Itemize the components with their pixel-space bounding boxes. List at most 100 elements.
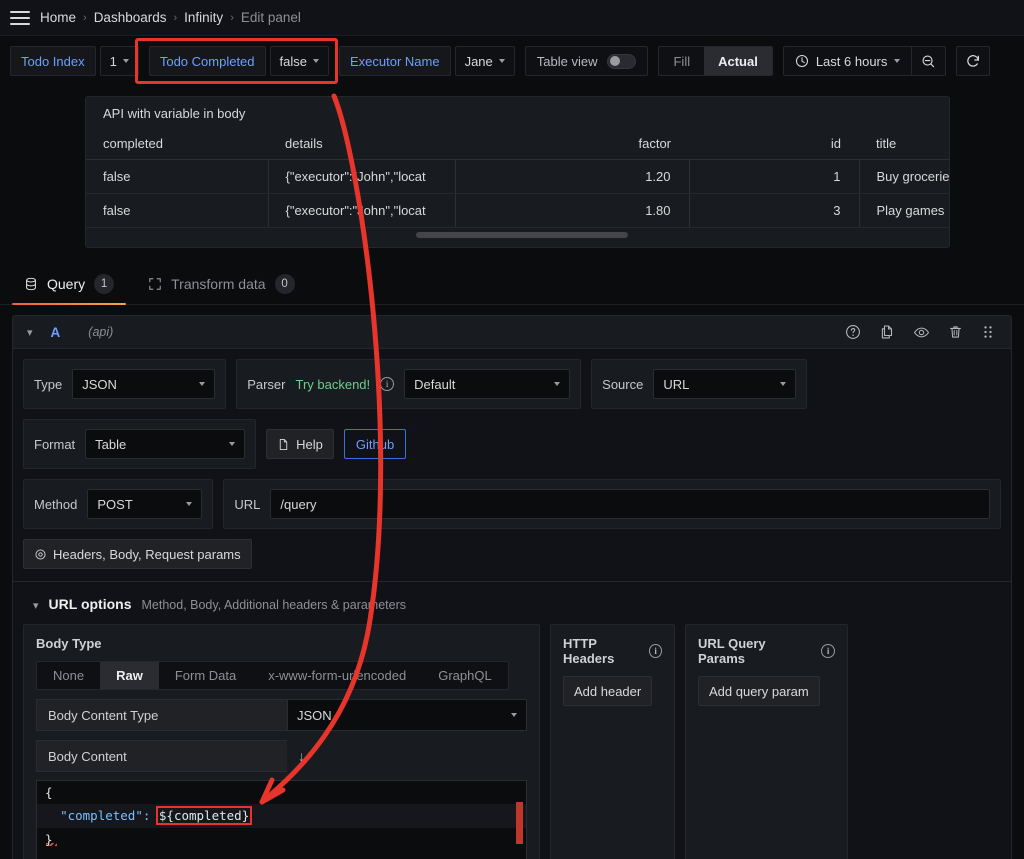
variable-picker-todo-completed[interactable]: false: [269, 46, 329, 76]
tab-query-badge: 1: [94, 274, 115, 294]
body-content-type-select[interactable]: JSON: [287, 699, 527, 731]
variable-label-todo-completed: Todo Completed: [148, 46, 266, 76]
type-parser-source-row: Type JSON Parser Try backend! i Default …: [23, 359, 1001, 409]
parser-hint: Try backend!: [295, 376, 371, 392]
cell-title: Play games: [859, 193, 949, 228]
url-options-header[interactable]: ▾ URL options Method, Body, Additional h…: [23, 592, 1001, 624]
add-query-param-label: Add query param: [709, 683, 809, 699]
body-type-urlencoded[interactable]: x-www-form-urlencoded: [252, 662, 422, 689]
add-header-button[interactable]: Add header: [563, 676, 653, 706]
duplicate-icon[interactable]: [879, 324, 895, 340]
cell-id: 1: [689, 159, 860, 194]
refresh-button[interactable]: [956, 46, 991, 76]
fill-option[interactable]: Fill: [659, 47, 704, 75]
url-input[interactable]: /query: [270, 489, 990, 519]
trash-icon[interactable]: [948, 324, 963, 340]
parser-label: Parser: [247, 376, 286, 392]
chevron-down-icon: [186, 502, 193, 506]
query-ref-id[interactable]: A: [51, 325, 61, 340]
column-header-factor[interactable]: factor: [455, 133, 689, 160]
info-icon[interactable]: i: [649, 644, 662, 658]
actual-option[interactable]: Actual: [704, 47, 772, 75]
time-range-control: Last 6 hours: [782, 46, 947, 76]
add-header-label: Add header: [574, 683, 642, 699]
column-header-completed[interactable]: completed: [86, 133, 268, 160]
info-icon[interactable]: i: [380, 377, 395, 391]
url-value: /query: [280, 496, 317, 512]
format-select[interactable]: Table: [85, 429, 246, 459]
variable-picker-executor-name[interactable]: Jane: [454, 46, 515, 76]
time-range-picker[interactable]: Last 6 hours: [784, 47, 912, 75]
tab-transform-badge: 0: [274, 274, 295, 294]
body-type-raw[interactable]: Raw: [100, 662, 159, 689]
zoom-out-button[interactable]: [911, 47, 945, 75]
code-line: {: [37, 781, 526, 804]
variable-picker-todo-index[interactable]: 1: [99, 46, 139, 76]
table-view-toggle[interactable]: Table view: [524, 46, 649, 76]
database-icon: [26, 277, 36, 291]
body-content-code-editor[interactable]: { "completed": ${completed} }: [36, 780, 527, 859]
column-header-title[interactable]: title: [859, 133, 949, 160]
document-icon: [279, 438, 288, 450]
time-range-label: Last 6 hours: [815, 53, 888, 69]
table-horizontal-scrollbar[interactable]: [416, 232, 628, 238]
top-navigation-bar: Home › Dashboards › Infinity › Edit pane…: [0, 0, 1024, 36]
type-value: JSON: [82, 376, 117, 392]
variable-value-todo-index: 1: [109, 53, 117, 69]
headers-body-request-params-button[interactable]: Headers, Body, Request params: [23, 539, 252, 569]
parser-select[interactable]: Default: [404, 369, 571, 399]
code-line: }: [37, 828, 526, 851]
chevron-down-icon: [498, 59, 505, 63]
source-value: URL: [663, 376, 690, 392]
breadcrumb-separator: ›: [230, 11, 234, 24]
add-query-param-button[interactable]: Add query param: [698, 676, 820, 706]
method-field: Method POST: [23, 479, 214, 529]
github-button[interactable]: Github: [343, 429, 407, 459]
help-circle-icon[interactable]: [845, 324, 861, 340]
panel-title: API with variable in body: [103, 106, 246, 121]
http-headers-label-row: HTTP Headers i: [563, 636, 662, 666]
body-type-none[interactable]: None: [37, 662, 100, 689]
column-header-details[interactable]: details: [268, 133, 455, 160]
body-type-form-data[interactable]: Form Data: [159, 662, 252, 689]
parser-field: Parser Try backend! i Default: [236, 359, 582, 409]
body-type-radio-group: None Raw Form Data x-www-form-urlencoded…: [36, 661, 509, 690]
editor-error-scroll-marker[interactable]: [516, 802, 523, 844]
method-url-row: Method POST URL /query: [23, 479, 1001, 529]
cell-details: {"executor":"John","locat: [267, 193, 456, 228]
tab-transform-data[interactable]: Transform data 0: [136, 274, 306, 304]
body-content-expand-icon[interactable]: ↓: [287, 740, 527, 772]
chevron-down-icon: [894, 59, 901, 63]
type-select[interactable]: JSON: [72, 369, 216, 399]
hamburger-menu-icon[interactable]: [10, 10, 30, 26]
url-options-section: ▾ URL options Method, Body, Additional h…: [12, 582, 1012, 859]
clock-icon: [795, 54, 808, 68]
body-type-label: Body Type: [36, 636, 102, 651]
panel-toolbar: Todo Index 1 Todo Completed false Execut…: [0, 36, 1024, 86]
chevron-down-icon: [554, 382, 561, 386]
body-type-graphql[interactable]: GraphQL: [422, 662, 507, 689]
chevron-down-icon: [229, 442, 236, 446]
method-select[interactable]: POST: [87, 489, 203, 519]
url-options-columns: Body Type None Raw Form Data x-www-form-…: [23, 624, 1001, 859]
variable-label-todo-index: Todo Index: [10, 46, 96, 76]
cell-completed: false: [86, 193, 268, 228]
collapse-url-options-chevron-icon[interactable]: ▾: [33, 599, 39, 612]
method-label: Method: [34, 496, 78, 512]
zoom-out-icon: [922, 54, 935, 67]
info-icon[interactable]: i: [821, 644, 835, 658]
help-button[interactable]: Help: [266, 429, 334, 459]
parser-value: Default: [414, 376, 456, 392]
refresh-icon: [967, 55, 980, 67]
drag-handle-icon[interactable]: [981, 324, 995, 340]
eye-icon[interactable]: [913, 324, 930, 341]
source-select[interactable]: URL: [653, 369, 797, 399]
column-header-id[interactable]: id: [689, 133, 859, 160]
breadcrumb-item-home[interactable]: Home: [40, 10, 76, 25]
breadcrumb-item-dashboards[interactable]: Dashboards: [94, 10, 167, 25]
body-content-label: Body Content: [36, 740, 287, 772]
table-view-switch[interactable]: [607, 53, 637, 69]
collapse-query-chevron-icon[interactable]: ▾: [23, 326, 37, 339]
tab-query[interactable]: Query 1: [12, 274, 127, 305]
breadcrumb-item-infinity[interactable]: Infinity: [184, 10, 223, 25]
